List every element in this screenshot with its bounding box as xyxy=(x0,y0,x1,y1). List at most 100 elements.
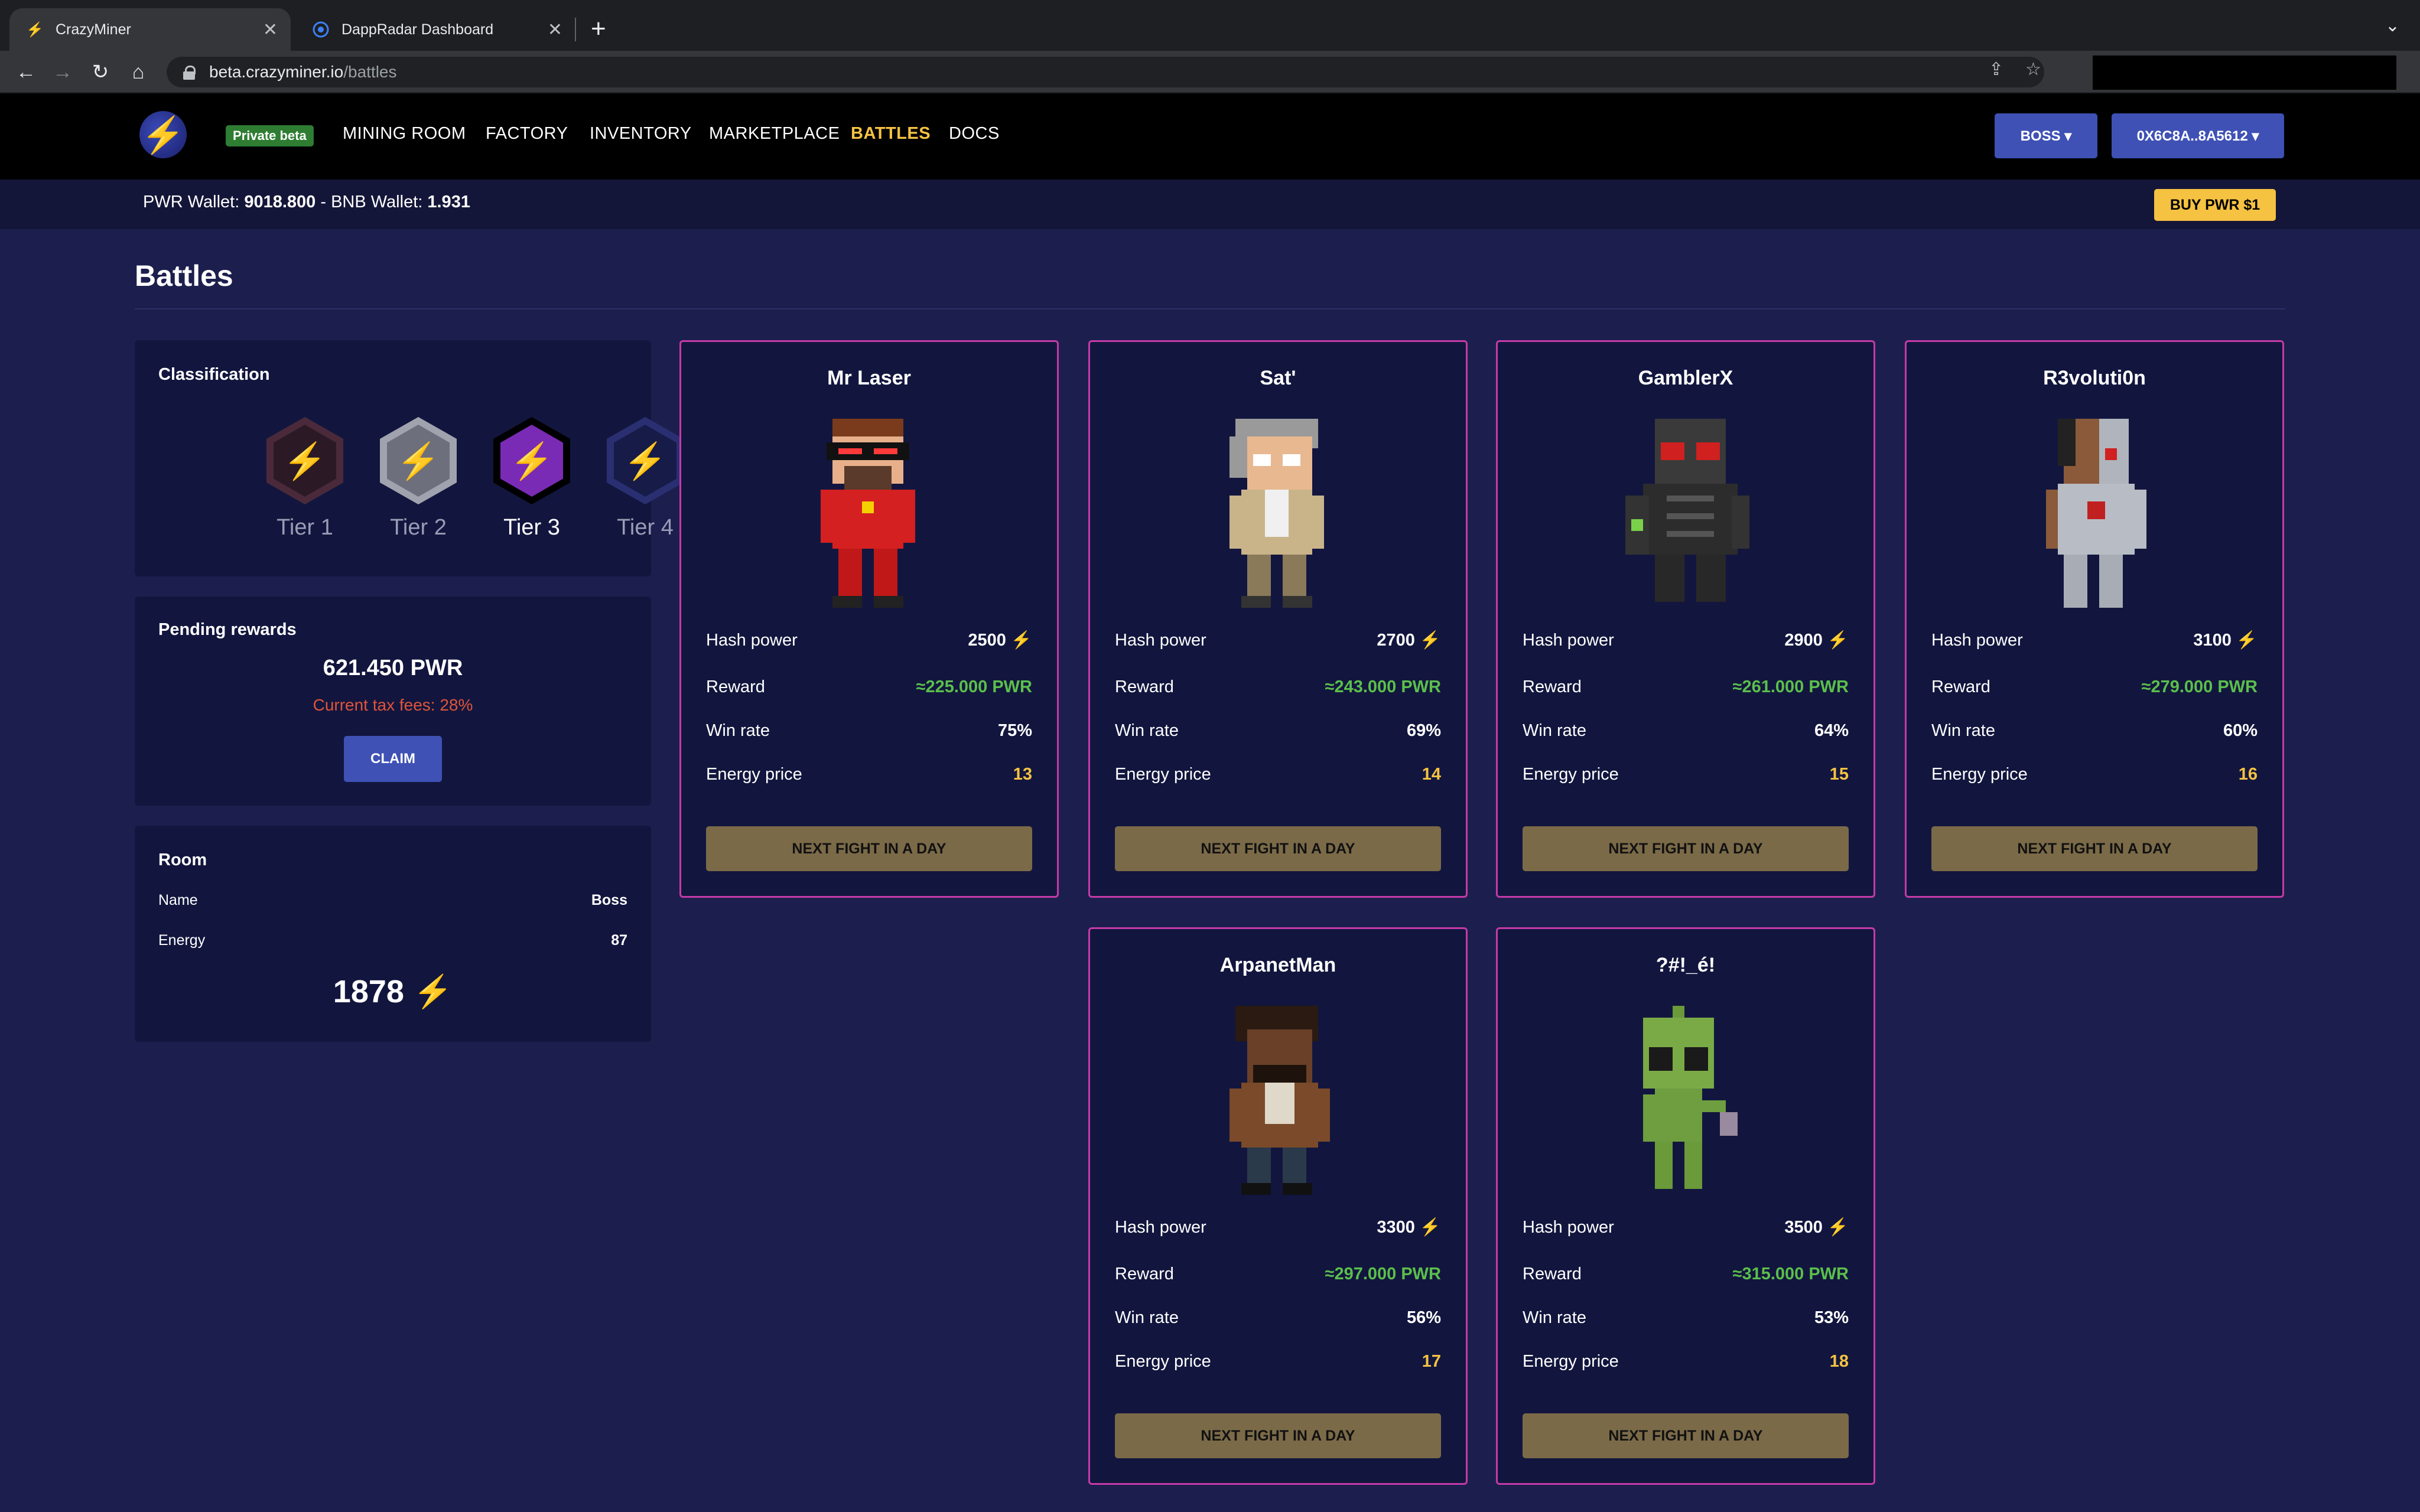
private-beta-badge: Private beta xyxy=(226,125,314,146)
close-tab-icon[interactable]: ✕ xyxy=(263,19,278,40)
pwr-wallet-value: 9018.800 xyxy=(244,193,316,211)
nav-docs[interactable]: DOCS xyxy=(949,124,1000,144)
next-fight-button[interactable]: NEXT FIGHT IN A DAY xyxy=(1931,826,2258,871)
wallet-balances: PWR Wallet: 9018.800 - BNB Wallet: 1.931 xyxy=(143,193,470,212)
dappradar-favicon-icon xyxy=(312,21,330,38)
arpanetman-avatar xyxy=(1229,1006,1330,1195)
bookmark-star-icon[interactable]: ☆ xyxy=(2025,59,2041,80)
claim-button[interactable]: CLAIM xyxy=(344,736,442,782)
room-energy-label: Energy xyxy=(158,932,206,949)
site-header: ⚡ Private beta MINING ROOM FACTORY INVEN… xyxy=(0,93,2420,180)
close-tab-icon[interactable]: ✕ xyxy=(548,19,562,40)
fighter-card-mr-laser: Mr Laser Hash power 2500 ⚡ Reward ≈225.0… xyxy=(679,340,1059,898)
hash-power-number: 3500 xyxy=(1784,1218,1823,1237)
room-title: Room xyxy=(158,850,207,869)
tier-1[interactable]: ⚡ Tier 1 xyxy=(261,417,349,540)
hash-power-value: 3300 ⚡ xyxy=(1377,1217,1441,1237)
win-rate-label: Win rate xyxy=(1523,1308,1586,1327)
fighter-name: ?#!_é! xyxy=(1655,954,1716,976)
reward-value: ≈315.000 PWR xyxy=(1732,1265,1849,1283)
tier-label: Tier 2 xyxy=(390,515,447,540)
tab-search-chevron-icon[interactable]: ⌄ xyxy=(2385,15,2400,36)
bolt-icon: ⚡ xyxy=(412,974,453,1009)
energy-price-label: Energy price xyxy=(1523,1352,1619,1371)
next-fight-button[interactable]: NEXT FIGHT IN A DAY xyxy=(1115,826,1441,871)
fighter-card-sat: Sat' Hash power 2700 ⚡ Reward ≈243.000 P… xyxy=(1088,340,1468,898)
nav-mining-room[interactable]: MINING ROOM xyxy=(343,124,466,144)
hash-power-number: 2900 xyxy=(1784,631,1823,650)
back-arrow-icon[interactable]: ← xyxy=(12,58,40,86)
crazyminer-logo[interactable]: ⚡ xyxy=(139,111,187,158)
fighter-name: Sat' xyxy=(1260,367,1296,389)
reload-icon[interactable]: ↻ xyxy=(86,58,115,86)
nav-marketplace[interactable]: MARKETPLACE xyxy=(709,124,840,144)
energy-price-row: Energy price 13 xyxy=(706,765,1032,784)
forward-arrow-icon[interactable]: → xyxy=(48,58,77,86)
energy-price-label: Energy price xyxy=(1115,765,1211,784)
next-fight-button[interactable]: NEXT FIGHT IN A DAY xyxy=(1523,1413,1849,1458)
bolt-icon: ⚡ xyxy=(1419,631,1441,650)
sat-avatar xyxy=(1229,419,1324,608)
hash-power-value: 2700 ⚡ xyxy=(1377,630,1441,650)
win-rate-label: Win rate xyxy=(1523,721,1586,740)
energy-price-row: Energy price 18 xyxy=(1523,1352,1849,1371)
hash-power-value: 3500 ⚡ xyxy=(1784,1217,1849,1237)
alien-avatar xyxy=(1643,1006,1738,1189)
next-fight-button[interactable]: NEXT FIGHT IN A DAY xyxy=(706,826,1032,871)
room-name-value: Boss xyxy=(591,892,627,908)
energy-price-value: 14 xyxy=(1422,765,1441,784)
win-rate-row: Win rate 64% xyxy=(1523,721,1849,741)
tier-2[interactable]: ⚡ Tier 2 xyxy=(374,417,463,540)
classification-title: Classification xyxy=(158,365,270,384)
bolt-icon: ⚡ xyxy=(387,425,450,497)
fighter-card-gamblerx: GamblerX Hash power 2900 ⚡ Reward ≈261.0… xyxy=(1496,340,1875,898)
boss-dropdown-button[interactable]: BOSS ▾ xyxy=(1995,113,2097,158)
mr-laser-avatar xyxy=(821,419,915,608)
reward-row: Reward ≈225.000 PWR xyxy=(706,677,1032,697)
bolt-icon: ⚡ xyxy=(1827,1218,1849,1237)
win-rate-value: 64% xyxy=(1814,721,1849,740)
tier-label: Tier 3 xyxy=(503,515,560,540)
win-rate-row: Win rate 69% xyxy=(1115,721,1441,741)
next-fight-button[interactable]: NEXT FIGHT IN A DAY xyxy=(1523,826,1849,871)
reward-label: Reward xyxy=(706,677,765,696)
next-fight-button[interactable]: NEXT FIGHT IN A DAY xyxy=(1115,1413,1441,1458)
gamblerx-avatar xyxy=(1625,419,1749,602)
nav-inventory[interactable]: INVENTORY xyxy=(590,124,692,144)
new-tab-icon[interactable]: + xyxy=(591,14,606,44)
tab-divider xyxy=(575,18,576,41)
tab-title: CrazyMiner xyxy=(56,21,131,38)
energy-price-value: 17 xyxy=(1422,1352,1441,1371)
tier-3[interactable]: ⚡ Tier 3 xyxy=(487,417,576,540)
energy-price-label: Energy price xyxy=(1115,1352,1211,1371)
tier-label: Tier 4 xyxy=(617,515,674,540)
buy-pwr-button[interactable]: BUY PWR $1 xyxy=(2154,189,2276,221)
win-rate-row: Win rate 56% xyxy=(1115,1308,1441,1328)
reward-label: Reward xyxy=(1115,677,1174,696)
home-icon[interactable]: ⌂ xyxy=(124,58,152,86)
hash-power-value: 3100 ⚡ xyxy=(2193,630,2258,650)
tier-1-badge: ⚡ xyxy=(266,417,343,504)
reward-value: ≈243.000 PWR xyxy=(1325,677,1441,696)
tab-crazyminer[interactable]: ⚡ CrazyMiner ✕ xyxy=(9,8,291,51)
energy-price-row: Energy price 16 xyxy=(1931,765,2258,784)
browser-tab-strip: ⚡ CrazyMiner ✕ DappRadar Dashboard ✕ + ⌄ xyxy=(0,0,2420,51)
reward-label: Reward xyxy=(1115,1265,1174,1283)
tab-dappradar[interactable]: DappRadar Dashboard ✕ xyxy=(295,8,575,51)
fighter-name: R3voluti0n xyxy=(2043,367,2146,389)
address-bar[interactable]: beta.crazyminer.io/battles xyxy=(167,57,2044,87)
reward-label: Reward xyxy=(1523,1265,1582,1283)
wallet-address-dropdown[interactable]: 0X6C8A..8A5612 ▾ xyxy=(2112,113,2284,158)
bnb-wallet-value: 1.931 xyxy=(427,193,470,211)
tier-2-badge: ⚡ xyxy=(380,417,457,504)
energy-price-row: Energy price 17 xyxy=(1115,1352,1441,1371)
title-divider xyxy=(135,308,2285,309)
share-icon[interactable]: ⇪ xyxy=(1989,59,2003,80)
win-rate-row: Win rate 53% xyxy=(1523,1308,1849,1328)
win-rate-label: Win rate xyxy=(1931,721,1995,740)
tier-4[interactable]: ⚡ Tier 4 xyxy=(601,417,689,540)
nav-battles[interactable]: BATTLES xyxy=(851,124,931,144)
room-energy-row: Energy 87 xyxy=(158,932,627,949)
fighter-name: Mr Laser xyxy=(827,367,911,389)
nav-factory[interactable]: FACTORY xyxy=(486,124,568,144)
